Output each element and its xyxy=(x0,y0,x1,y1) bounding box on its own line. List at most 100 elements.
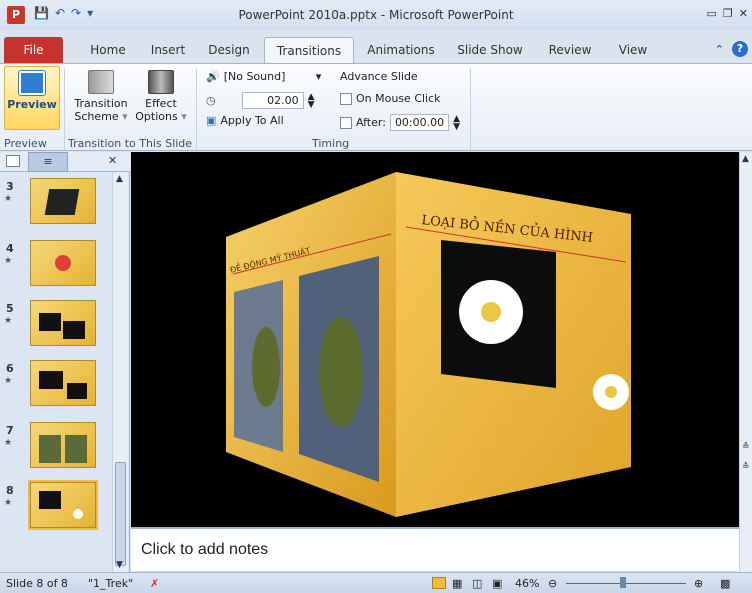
notes-placeholder: Click to add notes xyxy=(141,541,269,558)
duration-spinner-icon[interactable]: ▲ ▼ xyxy=(308,92,315,109)
animation-star-icon: ★ xyxy=(4,498,13,508)
reading-view-icon[interactable]: ◫ xyxy=(472,577,482,590)
slides-pane: ≡ ✕ 3 ★ 4 ★ 5 ★ 6 ★ 7 ★ 8 ★ ▲ ▼ xyxy=(0,152,130,572)
tab-file[interactable]: File xyxy=(4,37,63,63)
advance-slide-label: Advance Slide xyxy=(340,70,418,83)
clock-icon: ◷ xyxy=(206,94,216,107)
slide-thumb-image xyxy=(30,240,96,286)
preview-icon xyxy=(19,71,45,95)
zoom-level[interactable]: 46% xyxy=(515,577,539,590)
tab-animations[interactable]: Animations xyxy=(360,37,442,63)
minimize-ribbon-icon[interactable]: ⌃ xyxy=(715,43,724,56)
after-row: After: 00:00.00 ▲ ▼ xyxy=(340,114,460,131)
after-label: After: xyxy=(356,116,386,129)
animation-star-icon: ★ xyxy=(4,438,13,448)
preview-button[interactable]: Preview xyxy=(4,66,60,130)
help-icon[interactable]: ? xyxy=(732,41,748,57)
on-mouse-click-checkbox[interactable] xyxy=(340,92,352,105)
sound-row: 🔊 [No Sound] ▾ xyxy=(206,70,321,83)
slide-scrollbar[interactable]: ▲ ≙ ≛ xyxy=(739,152,752,572)
slide-thumb-image xyxy=(30,422,96,468)
notes-pane[interactable]: Click to add notes xyxy=(131,527,739,571)
slides-tab-icon[interactable] xyxy=(6,155,20,167)
effect-label: Effect xyxy=(145,97,177,110)
slide-thumbnail-selected[interactable]: 8 ★ xyxy=(0,480,112,532)
pane-tabs: ≡ ✕ xyxy=(0,152,130,172)
slide-thumb-image xyxy=(30,360,96,406)
slide-number: 7 xyxy=(6,424,14,437)
slide-thumbnail[interactable]: 5 ★ xyxy=(0,300,112,350)
scroll-thumb[interactable] xyxy=(115,462,126,566)
after-checkbox[interactable] xyxy=(340,116,352,129)
scheme-label-2: Scheme xyxy=(74,110,119,123)
group-label-timing: Timing xyxy=(312,137,350,150)
effect-label-2: Options xyxy=(135,110,178,123)
slide-show-icon[interactable]: ▣ xyxy=(492,577,502,590)
effect-options-button[interactable]: Effect Options ▾ xyxy=(134,66,188,130)
on-mouse-click-row[interactable]: On Mouse Click xyxy=(340,92,441,105)
spell-check-icon[interactable]: ✗ xyxy=(150,577,159,590)
slide-editing-area[interactable]: ĐỀ ĐỘNG MỸ THUẬT LOẠI BỎ NỀN CỦA HÌNH xyxy=(131,152,739,527)
apply-all-icon: ▣ xyxy=(206,114,217,127)
scheme-label: Transition xyxy=(74,97,128,110)
title-bar: P 💾 ↶ ↷ ▾ PowerPoint 2010a.pptx - Micros… xyxy=(0,0,752,30)
sound-select[interactable]: [No Sound] xyxy=(224,70,312,83)
slide-number: 3 xyxy=(6,180,14,193)
zoom-in-icon[interactable]: ⊕ xyxy=(694,577,703,590)
minimize-icon[interactable]: ▭ xyxy=(707,7,717,20)
slide-thumb-image xyxy=(28,480,98,530)
sound-icon: 🔊 xyxy=(206,70,220,83)
window-title: PowerPoint 2010a.pptx - Microsoft PowerP… xyxy=(238,8,514,22)
slide-thumbnail[interactable]: 7 ★ xyxy=(0,422,112,472)
on-mouse-click-label: On Mouse Click xyxy=(356,92,441,105)
after-input[interactable]: 00:00.00 xyxy=(389,114,450,131)
tab-design[interactable]: Design xyxy=(200,37,258,63)
outline-tab-icon[interactable]: ≡ xyxy=(28,152,68,172)
slide-number: 4 xyxy=(6,242,14,255)
fit-slide-icon[interactable]: ▩ xyxy=(720,577,730,590)
slides-scrollbar[interactable]: ▲ ▼ xyxy=(112,172,128,572)
duration-input[interactable]: 02.00 xyxy=(241,92,304,109)
close-icon[interactable]: ✕ xyxy=(739,7,748,20)
zoom-slider[interactable] xyxy=(566,583,686,584)
scroll-up-icon[interactable]: ▲ xyxy=(742,154,749,164)
normal-view-icon[interactable] xyxy=(432,577,446,589)
apply-all-label: Apply To All xyxy=(220,114,284,127)
scroll-up-icon[interactable]: ▲ xyxy=(116,174,123,184)
next-slide-icon[interactable]: ≛ xyxy=(742,462,750,472)
slide-thumbnail[interactable]: 4 ★ xyxy=(0,240,112,290)
slide-canvas xyxy=(226,172,631,517)
close-pane-icon[interactable]: ✕ xyxy=(108,154,117,167)
sound-dropdown-icon[interactable]: ▾ xyxy=(316,70,322,83)
tab-slide-show[interactable]: Slide Show xyxy=(450,37,530,63)
slide-thumbnail[interactable]: 6 ★ xyxy=(0,360,112,410)
tab-view[interactable]: View xyxy=(608,37,658,63)
window-controls: ▭ ❐ ✕ xyxy=(707,7,749,20)
scroll-down-icon[interactable]: ▼ xyxy=(116,560,123,570)
tab-insert[interactable]: Insert xyxy=(140,37,196,63)
animation-star-icon: ★ xyxy=(4,194,13,204)
tab-review[interactable]: Review xyxy=(540,37,600,63)
zoom-out-icon[interactable]: ⊖ xyxy=(548,577,557,590)
transition-scheme-button[interactable]: Transition Scheme ▾ xyxy=(70,66,132,130)
status-bar: Slide 8 of 8 "1_Trek" ✗ ▦ ◫ ▣ 46% ⊖ ⊕ ▩ xyxy=(0,572,752,593)
slide-sorter-icon[interactable]: ▦ xyxy=(452,577,462,590)
slide-number: 8 xyxy=(6,484,14,497)
duration-row: ◷ 02.00 ▲ ▼ xyxy=(206,92,315,109)
ribbon-tabs: File Home Insert Design Transitions Anim… xyxy=(0,37,752,64)
slide-thumbnail[interactable]: 3 ★ xyxy=(0,178,112,228)
animation-star-icon: ★ xyxy=(4,316,13,326)
theme-name: "1_Trek" xyxy=(88,577,134,590)
slide-count: Slide 8 of 8 xyxy=(6,577,68,590)
restore-icon[interactable]: ❐ xyxy=(723,7,733,20)
animation-star-icon: ★ xyxy=(4,376,13,386)
group-label-preview: Preview xyxy=(4,137,47,150)
tab-home[interactable]: Home xyxy=(78,37,138,63)
zoom-slider-thumb[interactable] xyxy=(620,577,626,588)
previous-slide-icon[interactable]: ≙ xyxy=(742,442,750,452)
slide-number: 6 xyxy=(6,362,14,375)
tab-transitions[interactable]: Transitions xyxy=(264,37,354,64)
apply-all-button[interactable]: ▣ Apply To All xyxy=(206,114,284,127)
after-spinner-icon[interactable]: ▲ ▼ xyxy=(453,114,460,131)
group-label-transition: Transition to This Slide xyxy=(68,137,193,150)
